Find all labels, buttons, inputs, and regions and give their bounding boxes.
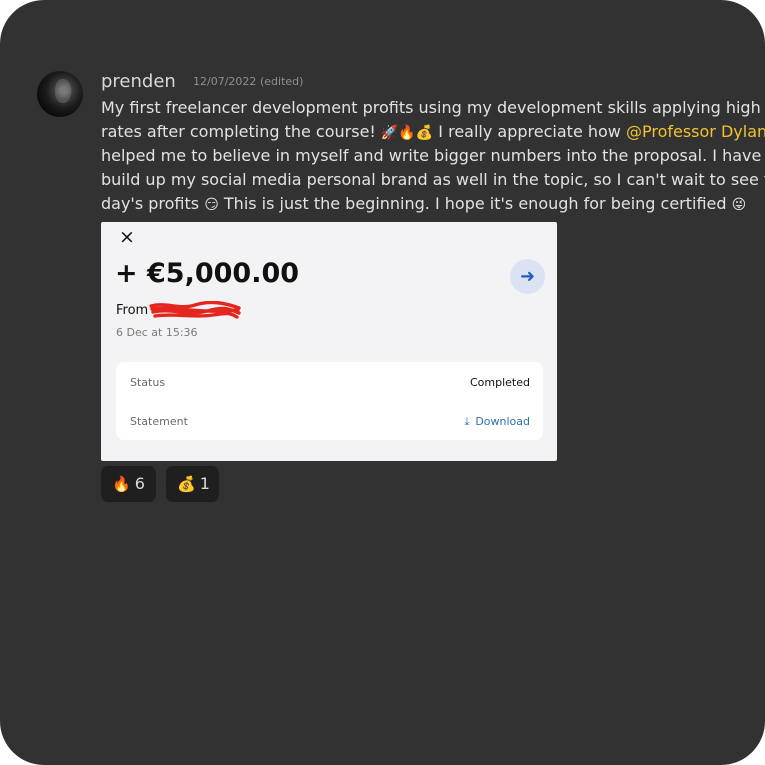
money-bag-emoji-icon: 💰 xyxy=(415,125,434,141)
message-line-3: helped me to believe in myself and write… xyxy=(101,146,765,165)
payment-screenshot[interactable]: × + €5,000.00 ➜ From 6 Dec at 15:36 Stat… xyxy=(101,222,557,461)
edited-label: (edited) xyxy=(260,75,304,88)
post-timestamp: 12/07/2022 xyxy=(193,75,257,88)
message-view: prenden 12/07/2022 (edited) My first fre… xyxy=(0,0,765,765)
avatar-face xyxy=(55,79,71,103)
reaction-count: 6 xyxy=(134,474,145,493)
wink-tongue-emoji-icon: 😜 xyxy=(731,197,747,213)
reaction-fire[interactable]: 🔥 6 xyxy=(101,466,156,502)
mention-link[interactable]: @Professor Dylan xyxy=(626,122,765,141)
message-text: helped me to believe in myself and write… xyxy=(101,146,765,165)
status-label: Status xyxy=(130,376,166,389)
reaction-money-bag[interactable]: 💰 1 xyxy=(166,466,219,502)
status-value: Completed xyxy=(470,376,530,389)
fire-emoji-icon: 🔥 xyxy=(112,475,131,493)
avatar[interactable] xyxy=(37,71,83,117)
message-text: build up my social media personal brand … xyxy=(101,170,765,189)
download-label: Download xyxy=(475,415,530,428)
message-text: This is just the beginning. I hope it's … xyxy=(218,194,732,213)
download-icon: ⤓ xyxy=(464,415,470,428)
payment-date: 6 Dec at 15:36 xyxy=(116,326,198,339)
message-line-4: build up my social media personal brand … xyxy=(101,170,765,189)
message-line-1: My first freelancer development profits … xyxy=(101,98,765,117)
money-bag-emoji-icon: 💰 xyxy=(177,475,196,493)
username[interactable]: prenden xyxy=(101,71,176,92)
fire-emoji-icon: 🔥 xyxy=(398,125,416,141)
rocket-emoji-icon: 🚀 xyxy=(380,125,399,141)
payment-amount: + €5,000.00 xyxy=(115,258,300,289)
reaction-count: 1 xyxy=(199,474,210,493)
message-line-2: rates after completing the course! 🚀🔥💰 I… xyxy=(101,122,765,141)
close-icon: × xyxy=(119,226,135,248)
payment-details-panel: Status Completed Statement ⤓ Download xyxy=(116,362,543,440)
message-text: day's profits xyxy=(101,194,205,213)
message-line-5: day's profits 😏 This is just the beginni… xyxy=(101,194,765,213)
message-text: rates after completing the course! xyxy=(101,122,381,141)
statement-label: Statement xyxy=(130,415,188,428)
redacted-sender-scribble xyxy=(149,301,241,319)
smirk-emoji-icon: 😏 xyxy=(204,197,219,213)
message-text: My first freelancer development profits … xyxy=(101,98,765,117)
from-label: From xyxy=(116,303,149,318)
message-text: I really appreciate how xyxy=(433,122,626,141)
download-button: ⤓ Download xyxy=(464,415,530,429)
arrow-right-icon: ➜ xyxy=(510,259,545,294)
